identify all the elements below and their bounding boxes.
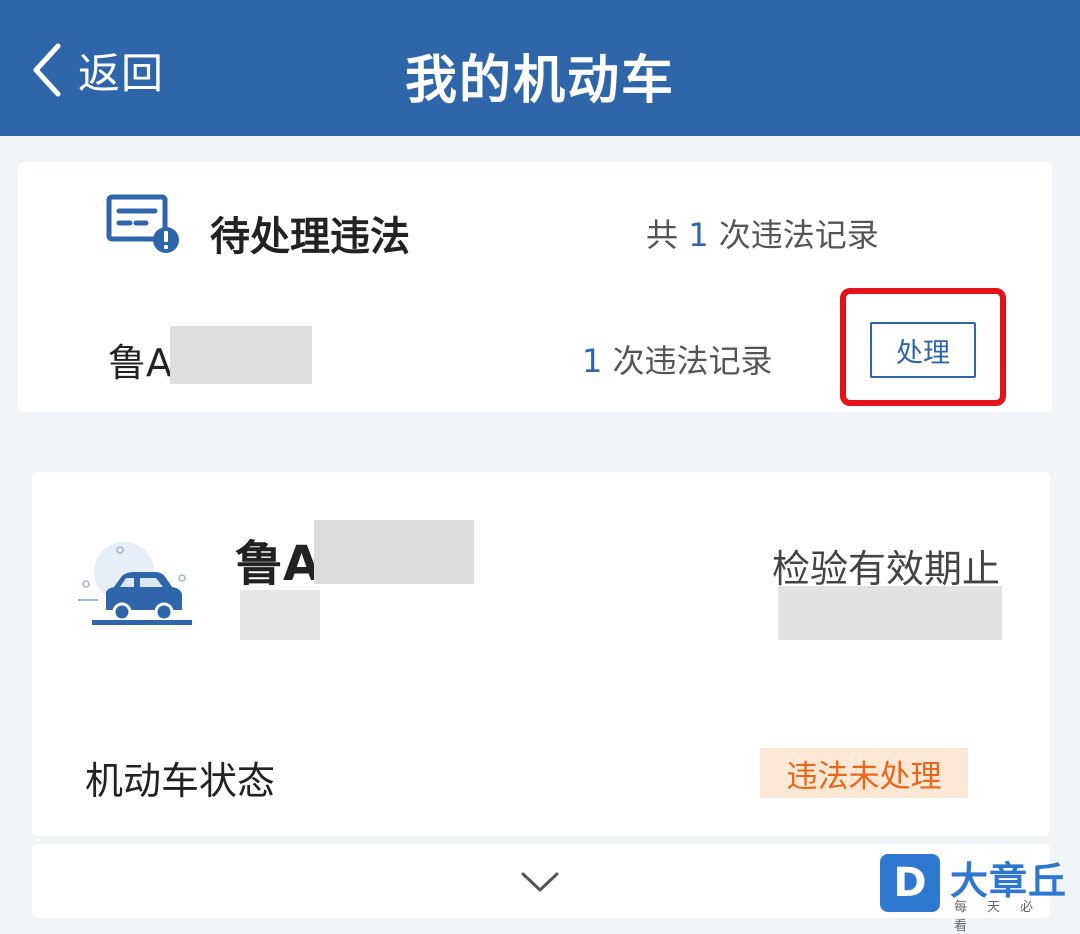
pending-violations-card: 待处理违法 共 1 次违法记录 鲁A 1 次违法记录 处理 bbox=[18, 162, 1052, 412]
plate-redaction bbox=[170, 326, 312, 384]
pending-violations-title: 待处理违法 bbox=[210, 214, 410, 260]
vehicle-info-card: 鲁A 检验有效期止 机动车状态 违法未处理 bbox=[32, 472, 1050, 836]
row-count-suffix: 次违法记录 bbox=[612, 342, 773, 380]
row-count: 1 bbox=[582, 342, 603, 380]
chevron-down-icon[interactable] bbox=[520, 870, 560, 894]
status-badge: 违法未处理 bbox=[760, 748, 968, 798]
car-icon bbox=[78, 542, 192, 625]
watermark-logo: D bbox=[880, 854, 940, 912]
summary-prefix: 共 bbox=[646, 216, 679, 254]
summary-count: 1 bbox=[688, 216, 709, 254]
inspection-date-redaction bbox=[778, 586, 1002, 640]
watermark-slogan: 每天必看 bbox=[954, 900, 1054, 934]
vehicle-type-redaction bbox=[240, 590, 320, 640]
violations-summary: 共 1 次违法记录 bbox=[646, 210, 879, 256]
watermark: D 大章丘 每天必看 bbox=[880, 852, 1080, 934]
vehicle-status-label: 机动车状态 bbox=[85, 759, 276, 803]
handle-button[interactable]: 处理 bbox=[870, 322, 976, 378]
document-alert-icon bbox=[106, 194, 179, 253]
vehicle-plate: 鲁A bbox=[108, 341, 172, 385]
page-title: 我的机动车 bbox=[404, 51, 675, 111]
inspection-valid-until-label: 检验有效期止 bbox=[771, 547, 1000, 591]
plate-redaction bbox=[314, 520, 474, 584]
vehicle-plate-number: 鲁A bbox=[235, 536, 321, 592]
vehicle-violation-count: 1 次违法记录 bbox=[582, 336, 773, 382]
summary-suffix: 次违法记录 bbox=[718, 216, 879, 254]
top-navigation-bar: 返回 我的机动车 bbox=[0, 0, 1080, 136]
